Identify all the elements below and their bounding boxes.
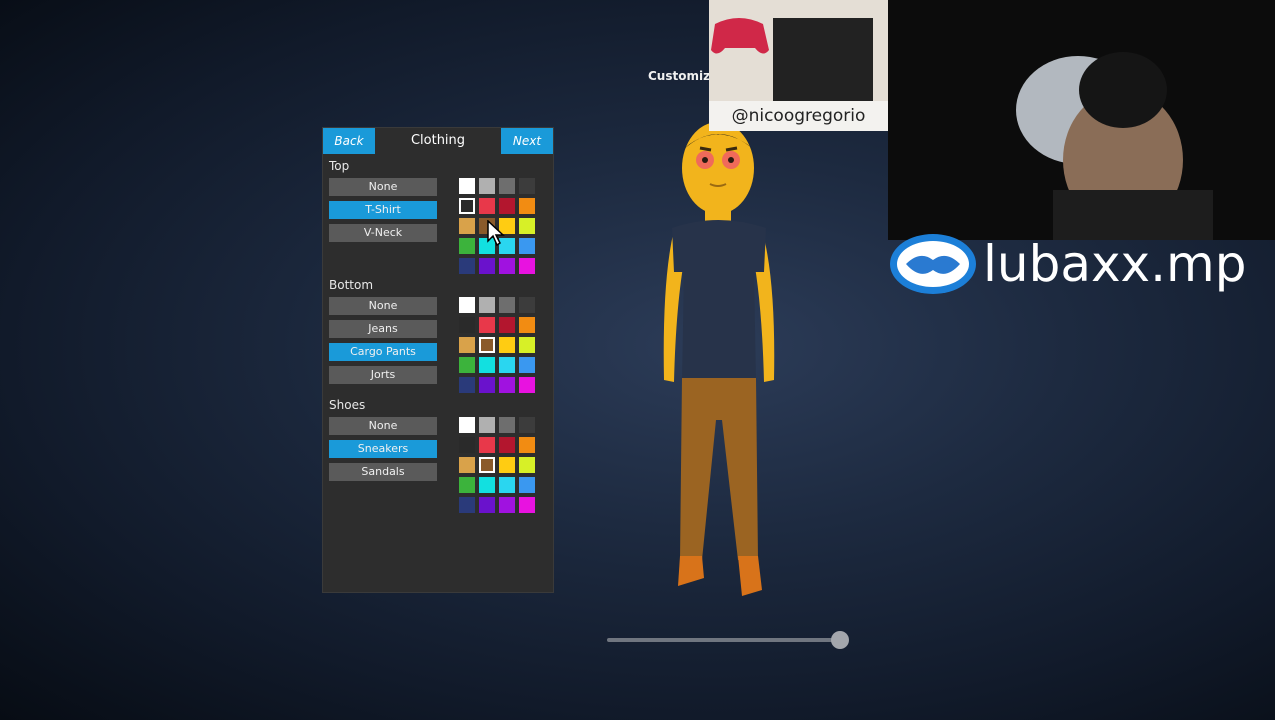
color-swatch[interactable]	[479, 198, 495, 214]
color-swatch[interactable]	[459, 417, 475, 433]
section-label-top: Top	[329, 159, 350, 173]
screen-title: Customiz	[648, 69, 711, 83]
color-swatch[interactable]	[499, 178, 515, 194]
color-swatch[interactable]	[479, 357, 495, 373]
color-swatch[interactable]	[479, 497, 495, 513]
color-swatch[interactable]	[499, 317, 515, 333]
color-swatch[interactable]	[519, 357, 535, 373]
color-swatch[interactable]	[499, 437, 515, 453]
color-swatch[interactable]	[459, 457, 475, 473]
color-swatch[interactable]	[499, 357, 515, 373]
zoom-slider-track[interactable]	[607, 638, 840, 642]
color-swatch[interactable]	[499, 377, 515, 393]
color-swatch[interactable]	[479, 337, 495, 353]
color-swatch[interactable]	[479, 457, 495, 473]
color-swatch[interactable]	[519, 317, 535, 333]
color-swatch[interactable]	[499, 297, 515, 313]
color-swatch[interactable]	[459, 297, 475, 313]
character-t-shirt	[672, 220, 766, 382]
mouse-cursor-icon	[487, 220, 505, 246]
zoom-slider[interactable]	[607, 631, 849, 649]
character-head	[682, 122, 754, 214]
color-swatch[interactable]	[499, 198, 515, 214]
color-swatch[interactable]	[479, 258, 495, 274]
ps4-photo	[709, 0, 888, 102]
color-swatch[interactable]	[519, 437, 535, 453]
bottom-color-palette	[459, 297, 539, 397]
character-left-pupil	[702, 157, 708, 163]
next-button[interactable]: Next	[501, 128, 553, 154]
color-swatch[interactable]	[499, 457, 515, 473]
back-button[interactable]: Back	[323, 128, 375, 154]
color-swatch[interactable]	[519, 198, 535, 214]
shoes-option-sandals[interactable]: Sandals	[329, 463, 437, 481]
color-swatch[interactable]	[519, 238, 535, 254]
top-option-v-neck[interactable]: V-Neck	[329, 224, 437, 242]
color-swatch[interactable]	[519, 477, 535, 493]
color-swatch[interactable]	[479, 477, 495, 493]
webcam-overlay	[888, 0, 1275, 240]
section-label-shoes: Shoes	[329, 398, 366, 412]
color-swatch[interactable]	[459, 198, 475, 214]
panel-title: Clothing	[410, 133, 466, 148]
character-cargo-pants	[680, 378, 758, 560]
color-swatch[interactable]	[459, 357, 475, 373]
color-swatch[interactable]	[499, 417, 515, 433]
color-swatch[interactable]	[459, 437, 475, 453]
section-label-bottom: Bottom	[329, 278, 374, 292]
color-swatch[interactable]	[459, 317, 475, 333]
bottom-option-cargo-pants[interactable]: Cargo Pants	[329, 343, 437, 361]
color-swatch[interactable]	[519, 497, 535, 513]
color-swatch[interactable]	[519, 178, 535, 194]
clothing-panel: Back Clothing Next Top None T-Shirt V-Ne…	[322, 127, 554, 593]
color-swatch[interactable]	[459, 497, 475, 513]
color-swatch[interactable]	[519, 258, 535, 274]
color-swatch[interactable]	[479, 317, 495, 333]
color-swatch[interactable]	[499, 497, 515, 513]
shoes-option-sneakers[interactable]: Sneakers	[329, 440, 437, 458]
handshake-icon	[890, 234, 976, 294]
color-swatch[interactable]	[499, 258, 515, 274]
character-left-sneaker	[678, 556, 704, 586]
color-swatch[interactable]	[459, 337, 475, 353]
character-preview[interactable]	[650, 120, 790, 620]
color-swatch[interactable]	[499, 337, 515, 353]
color-swatch[interactable]	[459, 258, 475, 274]
console-icon	[773, 18, 873, 102]
panel-header: Back Clothing Next	[323, 128, 553, 154]
sponsor-handle: @nicoogregorio	[709, 101, 888, 131]
color-swatch[interactable]	[459, 477, 475, 493]
color-swatch[interactable]	[479, 178, 495, 194]
color-swatch[interactable]	[519, 417, 535, 433]
character-right-sneaker	[738, 556, 762, 596]
mercadopago-banner: lubaxx.mp	[888, 232, 1275, 296]
color-swatch[interactable]	[499, 477, 515, 493]
color-swatch[interactable]	[479, 417, 495, 433]
color-swatch[interactable]	[459, 238, 475, 254]
color-swatch[interactable]	[519, 377, 535, 393]
color-swatch[interactable]	[479, 377, 495, 393]
color-swatch[interactable]	[459, 218, 475, 234]
color-swatch[interactable]	[519, 297, 535, 313]
banner-text: lubaxx.mp	[983, 235, 1247, 293]
color-swatch[interactable]	[479, 297, 495, 313]
color-swatch[interactable]	[519, 457, 535, 473]
bottom-option-jeans[interactable]: Jeans	[329, 320, 437, 338]
color-swatch[interactable]	[459, 178, 475, 194]
top-option-none[interactable]: None	[329, 178, 437, 196]
streamer-camera	[888, 0, 1275, 240]
color-swatch[interactable]	[479, 437, 495, 453]
bottom-option-jorts[interactable]: Jorts	[329, 366, 437, 384]
color-swatch[interactable]	[519, 337, 535, 353]
top-option-t-shirt[interactable]: T-Shirt	[329, 201, 437, 219]
shoes-color-palette	[459, 417, 539, 517]
color-swatch[interactable]	[519, 218, 535, 234]
shoes-option-none[interactable]: None	[329, 417, 437, 435]
sponsor-overlay: @nicoogregorio	[709, 0, 888, 131]
zoom-slider-knob[interactable]	[831, 631, 849, 649]
color-swatch[interactable]	[459, 377, 475, 393]
bottom-option-none[interactable]: None	[329, 297, 437, 315]
character-right-pupil	[728, 157, 734, 163]
